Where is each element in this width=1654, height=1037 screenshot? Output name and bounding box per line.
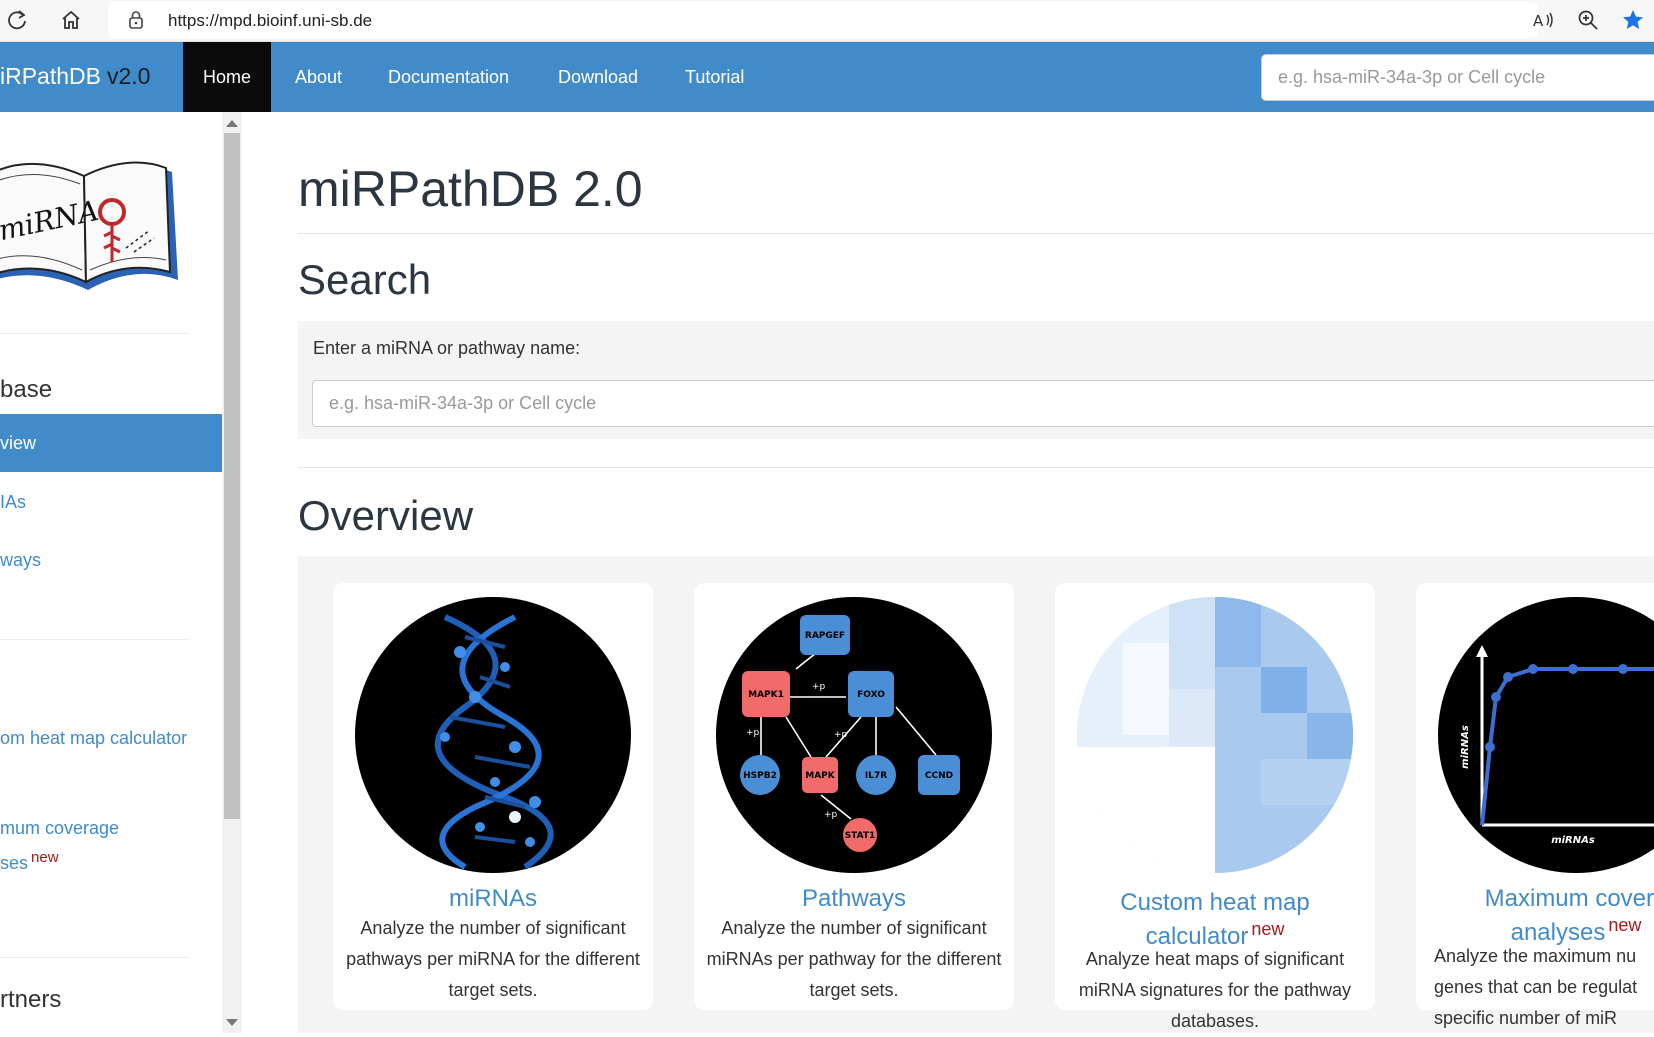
svg-text:+p: +p [746, 728, 760, 738]
scroll-up-arrow-icon[interactable] [226, 120, 238, 127]
refresh-icon[interactable] [2, 5, 32, 35]
sidebar: miRNA base view IAs ways om heat map cal… [0, 112, 222, 1033]
dna-helix-image [355, 597, 631, 873]
svg-text:CCND: CCND [925, 771, 953, 781]
sidebar-item-overview[interactable]: view [0, 414, 222, 472]
svg-text:A: A [1533, 12, 1544, 30]
card-title[interactable]: Pathways [694, 885, 1014, 912]
card-title[interactable]: Maximum covera analyses new [1416, 885, 1654, 946]
svg-text:IL7R: IL7R [865, 771, 887, 781]
new-badge: new [1608, 915, 1642, 935]
sidebar-heading-database: base [0, 376, 53, 403]
overview-heading: Overview [298, 492, 474, 539]
svg-text:RAPGEF: RAPGEF [805, 631, 845, 641]
url-text: https://mpd.bioinf.uni-sb.de [168, 11, 373, 30]
coverage-plot-image: miRNAs miRNAs [1438, 597, 1654, 873]
card-description-line: specific number of miR [1434, 1008, 1618, 1028]
home-icon[interactable] [56, 5, 86, 35]
favorite-star-icon[interactable] [1618, 5, 1648, 35]
sidebar-item-mirnas[interactable]: IAs [0, 473, 222, 531]
heatmap-image [1077, 597, 1353, 873]
brand-logo-text[interactable]: iRPathDB v2.0 [0, 63, 150, 90]
pathway-graph-image: +p +p +p +p RAPGEF MAPK1 FOXO HSPB2 MAPK… [716, 597, 992, 873]
nav-home[interactable]: Home [183, 42, 272, 112]
svg-text:STAT1: STAT1 [845, 831, 876, 841]
svg-text:HSPB2: HSPB2 [743, 771, 777, 781]
card-description: Analyze heat maps of significant miRNA s… [1078, 949, 1352, 1031]
read-aloud-icon[interactable]: A [1529, 5, 1559, 35]
main-search-input[interactable] [312, 380, 1654, 427]
nav-documentation[interactable]: Documentation [368, 42, 529, 112]
sidebar-item-custom-heatmap[interactable]: om heat map calculator [0, 723, 187, 753]
title-divider [298, 233, 1654, 234]
nav-tutorial[interactable]: Tutorial [665, 42, 764, 112]
card-description: Analyze the maximum nu genes that can be… [1434, 941, 1654, 1034]
card-title-line: Maximum covera [1484, 885, 1654, 912]
brand-name: iRPathDB [0, 63, 101, 89]
search-divider [298, 467, 1654, 468]
sidebar-item-pathways[interactable]: ways [0, 531, 222, 589]
svg-text:MAPK1: MAPK1 [748, 690, 784, 700]
nav-about[interactable]: About [275, 42, 362, 112]
sidebar-divider [0, 957, 190, 958]
lock-icon[interactable] [128, 10, 144, 35]
card-description-line: Analyze the maximum nu [1434, 946, 1637, 966]
navbar-search-input[interactable] [1261, 54, 1654, 101]
search-label: Enter a miRNA or pathway name: [313, 338, 581, 358]
card-description: Analyze the number of significant miRNAs… [706, 918, 1002, 1000]
card-max-coverage[interactable]: miRNAs miRNAs Maximum covera analyses new… [1416, 583, 1654, 1028]
address-bar[interactable]: https://mpd.bioinf.uni-sb.de [108, 2, 1538, 38]
sidebar-divider [0, 333, 190, 334]
zoom-icon[interactable] [1573, 5, 1603, 35]
nav-download[interactable]: Download [538, 42, 658, 112]
card-description: Analyze the number of significant pathwa… [346, 918, 640, 1000]
svg-text:miRNAs: miRNAs [1460, 725, 1471, 769]
card-description-line: genes that can be regulat [1434, 977, 1638, 997]
browser-toolbar: https://mpd.bioinf.uni-sb.de A [0, 0, 1654, 42]
svg-text:+p: +p [824, 810, 838, 820]
sidebar-item-label: ses [0, 853, 29, 873]
card-mirnas[interactable]: miRNAs Analyze the number of significant… [333, 583, 653, 1010]
new-badge: new [1251, 919, 1285, 939]
svg-text:+p: +p [812, 682, 826, 692]
top-navbar: iRPathDB v2.0 Home About Documentation Do… [0, 42, 1654, 112]
svg-text:+p: +p [834, 730, 848, 740]
brand-version: v2.0 [106, 63, 151, 89]
sidebar-divider [0, 639, 190, 640]
book-logo: miRNA [0, 152, 184, 307]
card-title[interactable]: Custom heat map calculator new [1055, 889, 1375, 950]
sidebar-item-label: mum coverage [0, 818, 120, 838]
page-title: miRPathDB 2.0 [298, 161, 643, 217]
card-custom-heatmap[interactable]: Custom heat map calculator new Analyze he… [1055, 583, 1375, 1031]
new-badge: new [31, 849, 59, 866]
svg-text:miRNAs: miRNAs [1551, 835, 1595, 846]
card-pathways[interactable]: +p +p +p +p RAPGEF MAPK1 FOXO HSPB2 MAPK… [694, 583, 1014, 1010]
svg-text:MAPK: MAPK [805, 771, 836, 781]
sidebar-scroll-thumb[interactable] [224, 133, 240, 819]
scroll-down-arrow-icon[interactable] [226, 1019, 238, 1026]
svg-text:FOXO: FOXO [857, 690, 885, 700]
sidebar-heading-partners: rtners [0, 986, 62, 1013]
card-title[interactable]: miRNAs [333, 885, 653, 912]
sidebar-item-max-coverage[interactable]: mum coverage ses new [0, 813, 119, 878]
card-title-line: Custom heat map [1120, 889, 1310, 916]
search-heading: Search [298, 256, 432, 303]
